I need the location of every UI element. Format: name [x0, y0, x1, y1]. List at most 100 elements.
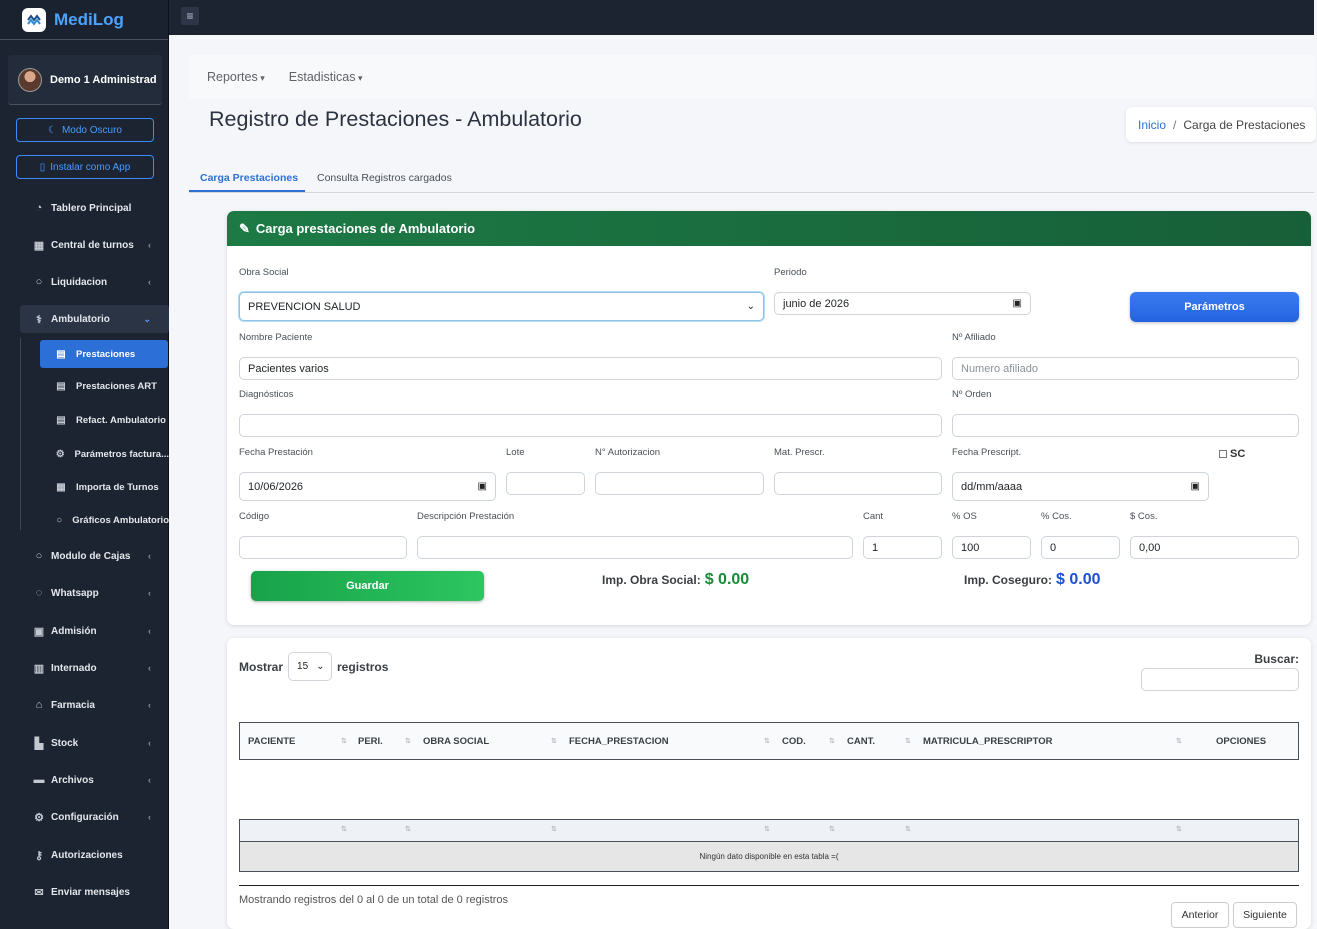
nav-tablero[interactable]: ◔ Tablero Principal: [20, 194, 169, 222]
fecha-prescript-value: dd/mm/aaaa: [961, 480, 1023, 493]
boxes-icon: ▙: [34, 737, 44, 750]
guardar-button[interactable]: Guardar: [251, 571, 484, 601]
main-content: Reportes Estadisticas Registro de Presta…: [169, 35, 1316, 929]
nav-autorizaciones[interactable]: ⚷ Autorizaciones: [20, 841, 169, 869]
dark-mode-label: Modo Oscuro: [61, 124, 122, 136]
brand[interactable]: MediLog: [0, 0, 168, 40]
sort-icon[interactable]: ⇅: [905, 737, 911, 745]
next-page-button[interactable]: Siguiente: [1233, 902, 1297, 928]
fecha-prescript-input[interactable]: dd/mm/aaaa ▣: [952, 472, 1209, 501]
search-input[interactable]: [1141, 668, 1299, 691]
file-icon: ▤: [56, 380, 66, 392]
cant-label: Cant: [863, 511, 884, 522]
nav-liquidacion[interactable]: ○ Liquidacion ‹: [20, 268, 169, 296]
sort-icon[interactable]: ⇅: [764, 737, 770, 745]
circle-icon: ○: [35, 276, 43, 288]
nav-modulo-cajas[interactable]: ○ Modulo de Cajas ‹: [20, 542, 169, 570]
empty-table-row: Ningún dato disponible en esta tabla =(: [239, 841, 1299, 872]
nav-whatsapp[interactable]: ◌ Whatsapp ‹: [20, 579, 169, 607]
nav-ambulatorio[interactable]: ⚕ Ambulatorio ⌄: [20, 305, 169, 333]
sc-label: SC: [1230, 448, 1246, 460]
pct-os-label: % OS: [952, 511, 977, 522]
dark-mode-button[interactable]: ☾ Modo Oscuro: [16, 118, 154, 142]
sort-icon[interactable]: ⇅: [551, 737, 557, 745]
nav-configuracion[interactable]: ⚙ Configuración ‹: [20, 803, 169, 831]
nav-admision[interactable]: ▣ Admisión ‹: [20, 617, 169, 645]
descripcion-input[interactable]: [417, 536, 853, 559]
chevron-left-icon: ‹: [148, 551, 151, 561]
tabs: Carga Prestaciones Consulta Registros ca…: [189, 166, 1314, 193]
col-fecha-prestacion[interactable]: FECHA_PRESTACION: [569, 736, 669, 747]
pct-cos-input[interactable]: 0: [1041, 536, 1120, 559]
hospital-icon: ▥: [33, 662, 45, 675]
subnav-parametros-factura[interactable]: ⚙ Parámetros factura...: [40, 440, 169, 468]
sort-icon[interactable]: ⇅: [405, 825, 411, 833]
sort-icon[interactable]: ⇅: [341, 825, 347, 833]
diagnosticos-input[interactable]: [239, 414, 942, 437]
nav-label: Admisión: [51, 625, 97, 637]
tab-consulta-registros[interactable]: Consulta Registros cargados: [317, 172, 452, 184]
estadisticas-dropdown[interactable]: Estadisticas: [289, 70, 363, 84]
user-panel[interactable]: Demo 1 Administrad: [8, 55, 162, 105]
install-app-button[interactable]: ▯ Instalar como App: [16, 155, 154, 179]
cos-input[interactable]: 0,00: [1130, 536, 1299, 559]
fecha-prestacion-input[interactable]: 10/06/2026 ▣: [239, 472, 496, 501]
imp-coseguro: Imp. Coseguro: $ 0.00: [964, 571, 1101, 589]
cos-label: $ Cos.: [1130, 511, 1158, 522]
subnav-prestaciones-art[interactable]: ▤ Prestaciones ART: [40, 372, 169, 400]
subnav-refact-ambulatorio[interactable]: ▤ Refact. Ambulatorio: [40, 406, 169, 434]
cant-input[interactable]: 1: [863, 536, 942, 559]
page-size-select[interactable]: 15 ⌄: [288, 652, 333, 681]
nav-label: Internado: [51, 662, 97, 674]
subnav-graficos[interactable]: ○ Gráficos Ambulatorio: [40, 506, 169, 534]
reportes-dropdown[interactable]: Reportes: [207, 70, 265, 84]
sort-icon[interactable]: ⇅: [551, 825, 557, 833]
breadcrumb-separator: /: [1173, 117, 1177, 132]
nav-stock[interactable]: ▙ Stock ‹: [20, 729, 169, 757]
parametros-button[interactable]: Parámetros: [1130, 292, 1299, 322]
col-cant[interactable]: CANT.: [847, 736, 875, 747]
sort-icon[interactable]: ⇅: [905, 825, 911, 833]
nombre-paciente-input[interactable]: Pacientes varios: [239, 357, 942, 380]
imp-os-value: $ 0.00: [704, 571, 750, 588]
calendar-icon: ▣: [1012, 298, 1022, 309]
afiliado-input[interactable]: Numero afiliado: [952, 357, 1299, 380]
col-paciente[interactable]: PACIENTE: [248, 736, 295, 747]
codigo-input[interactable]: [239, 536, 407, 559]
sort-icon[interactable]: ⇅: [829, 825, 835, 833]
sort-icon[interactable]: ⇅: [829, 737, 835, 745]
subnav-importa-turnos[interactable]: ▦ Importa de Turnos: [40, 473, 169, 501]
afiliado-label: Nº Afiliado: [952, 332, 996, 343]
sort-icon[interactable]: ⇅: [1176, 825, 1182, 833]
sc-checkbox[interactable]: SC: [1219, 448, 1245, 460]
nav-archivos[interactable]: ▬ Archivos ‹: [20, 766, 169, 794]
pct-os-input[interactable]: 100: [952, 536, 1031, 559]
nav-label: Farmacia: [51, 699, 95, 711]
col-cod[interactable]: COD.: [782, 736, 806, 747]
obra-social-select[interactable]: PREVENCION SALUD ⌄: [239, 292, 764, 321]
prev-page-button[interactable]: Anterior: [1171, 902, 1229, 928]
menu-toggle-icon[interactable]: ≡: [181, 7, 199, 25]
col-obra-social[interactable]: OBRA SOCIAL: [423, 736, 489, 747]
tab-carga-prestaciones[interactable]: Carga Prestaciones: [200, 172, 298, 184]
sort-icon[interactable]: ⇅: [405, 737, 411, 745]
subnav-prestaciones[interactable]: ▤ Prestaciones: [40, 340, 168, 368]
lote-input[interactable]: [506, 472, 585, 495]
periodo-input[interactable]: junio de 2026 ▣: [774, 292, 1031, 315]
autorizacion-input[interactable]: [595, 472, 764, 495]
diagnosticos-label: Diagnósticos: [239, 389, 294, 400]
nav-internado[interactable]: ▥ Internado ‹: [20, 654, 169, 682]
sort-icon[interactable]: ⇅: [1176, 737, 1182, 745]
nav-farmacia[interactable]: ⌂ Farmacia ‹: [20, 691, 169, 719]
breadcrumb-home[interactable]: Inicio: [1138, 118, 1166, 132]
orden-input[interactable]: [952, 414, 1299, 437]
medilog-logo-icon: [22, 7, 46, 32]
sort-icon[interactable]: ⇅: [764, 825, 770, 833]
col-matricula[interactable]: MATRICULA_PRESCRIPTOR: [923, 736, 1053, 747]
nav-enviar-mensajes[interactable]: ✉ Enviar mensajes: [20, 878, 169, 906]
nav-central-turnos[interactable]: ▦ Central de turnos ‹: [20, 231, 169, 259]
chevron-left-icon: ‹: [148, 700, 151, 710]
mat-prescr-input[interactable]: [774, 472, 942, 495]
col-peri[interactable]: PERI.: [358, 736, 383, 747]
sort-icon[interactable]: ⇅: [341, 737, 347, 745]
